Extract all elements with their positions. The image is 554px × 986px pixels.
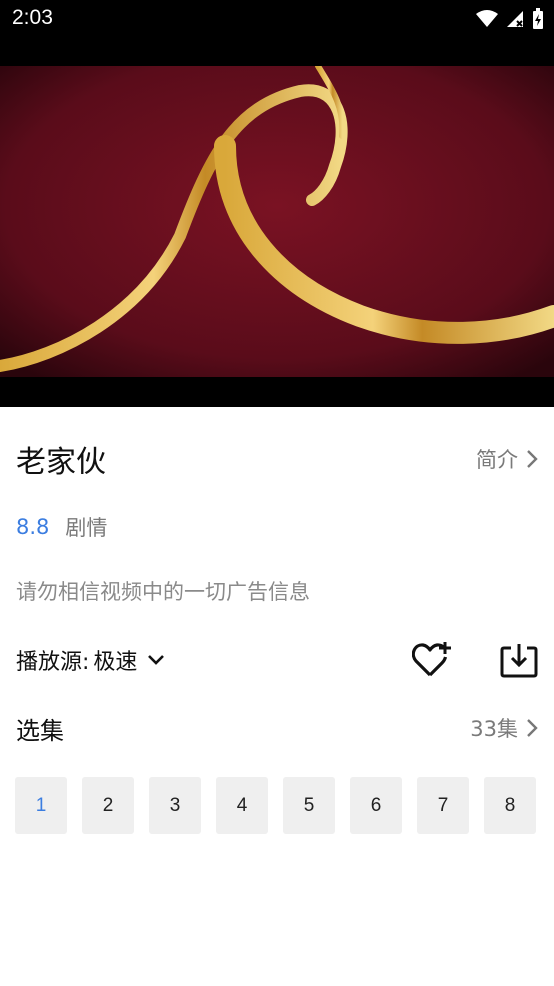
- video-bottom-bar: [0, 377, 554, 407]
- signal-icon: [507, 11, 523, 27]
- episode-button[interactable]: 6: [350, 777, 402, 834]
- rating: 8.8: [16, 515, 50, 539]
- episodes-row: 选集 33集: [16, 708, 538, 748]
- status-icons: [476, 8, 544, 30]
- action-buttons: [412, 641, 538, 679]
- genre: 剧情: [65, 516, 108, 540]
- battery-icon: [533, 8, 543, 29]
- video-frame[interactable]: [0, 66, 554, 377]
- source-label: 播放源:: [16, 650, 90, 675]
- episode-button[interactable]: 5: [283, 777, 335, 834]
- episode-button[interactable]: 3: [149, 777, 201, 834]
- source-value: 极速: [93, 650, 138, 675]
- wifi-icon: [476, 10, 498, 27]
- episode-button[interactable]: 4: [216, 777, 268, 834]
- meta-row: 8.8 剧情: [16, 511, 538, 543]
- episodes-all-button[interactable]: 33集: [470, 713, 538, 743]
- episode-button[interactable]: 2: [82, 777, 134, 834]
- episode-button[interactable]: 1: [15, 777, 67, 834]
- favorite-add-icon[interactable]: [412, 641, 452, 679]
- episode-count: 33集: [470, 717, 518, 741]
- intro-button[interactable]: 简介: [476, 444, 538, 474]
- chevron-down-icon: [148, 655, 165, 665]
- video-player[interactable]: [0, 66, 554, 407]
- episode-grid: 1 2 3 4 5 6 7 8: [15, 777, 539, 834]
- download-icon[interactable]: [500, 642, 538, 678]
- title-row: 老家伙 简介: [16, 438, 538, 480]
- episode-button[interactable]: 8: [484, 777, 536, 834]
- episodes-title: 选集: [16, 716, 64, 745]
- status-bar: 2:03: [0, 0, 554, 66]
- status-time: 2:03: [12, 6, 53, 29]
- video-title: 老家伙: [16, 445, 106, 480]
- ad-notice: 请勿相信视频中的一切广告信息: [16, 580, 310, 604]
- chevron-right-icon: [527, 450, 538, 468]
- source-selector[interactable]: 播放源: 极速: [16, 644, 165, 676]
- intro-label: 简介: [476, 448, 518, 472]
- chevron-right-icon: [527, 719, 538, 737]
- episode-button[interactable]: 7: [417, 777, 469, 834]
- source-row: 播放源: 极速: [16, 640, 538, 680]
